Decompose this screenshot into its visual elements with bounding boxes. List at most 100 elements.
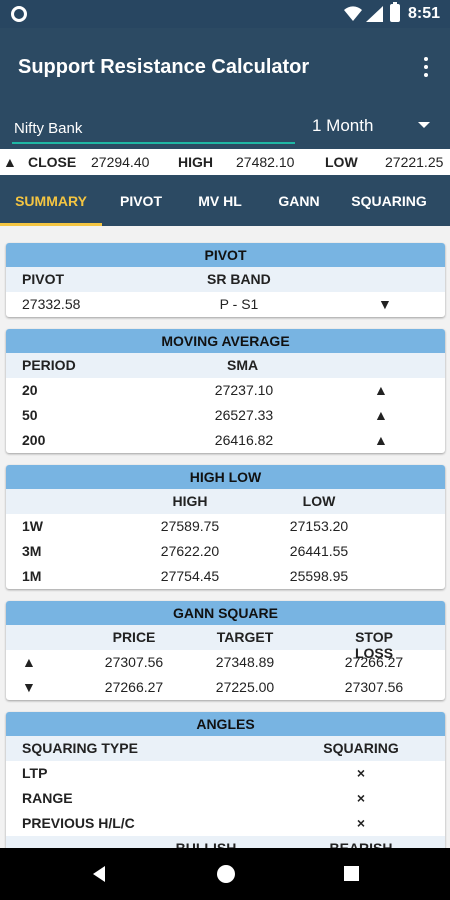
squaring-type: LTP	[22, 765, 48, 781]
angles-bias-header-row: BULLISH BEARISH	[6, 836, 445, 848]
gann-price: 27307.56	[104, 654, 164, 670]
squaring-type-col-label: SQUARING TYPE	[22, 740, 138, 756]
hl-low: 27153.20	[289, 518, 349, 534]
status-bar: 8:51	[0, 0, 450, 28]
low-value: 27221.25	[385, 154, 444, 170]
period-col-label: PERIOD	[22, 357, 76, 373]
home-icon[interactable]	[217, 865, 235, 883]
pivot-card-title: PIVOT	[6, 243, 445, 267]
wifi-icon	[344, 6, 362, 21]
ma-sma: 26416.82	[214, 432, 274, 448]
low-col-label: LOW	[302, 493, 336, 509]
gann-square-card: GANN SQUARE PRICE TARGET STOP LOSS ▲ 273…	[6, 601, 445, 700]
squaring-type: PREVIOUS H/L/C	[22, 815, 135, 831]
moving-average-card: MOVING AVERAGE PERIOD SMA 20 27237.10 ▲ …	[6, 329, 445, 453]
moving-average-card-title: MOVING AVERAGE	[6, 329, 445, 353]
pivot-header-row: PIVOT SR BAND	[6, 267, 445, 292]
close-value: 27294.40	[91, 154, 150, 170]
hl-period: 1W	[22, 518, 43, 534]
battery-icon	[390, 2, 400, 22]
table-row: PREVIOUS H/L/C ×	[6, 811, 445, 836]
ma-trend-arrow: ▲	[374, 407, 388, 423]
close-label: CLOSE	[28, 154, 77, 170]
bullish-col-label: BULLISH	[175, 840, 237, 848]
squaring-cross-icon: ×	[356, 815, 366, 831]
ma-period: 50	[22, 407, 38, 423]
gann-direction-arrow: ▲	[22, 654, 36, 670]
tab-gann[interactable]: GANN	[260, 176, 338, 226]
period-dropdown[interactable]: 1 Month	[312, 114, 440, 142]
sr-band-dropdown-icon[interactable]: ▼	[378, 296, 392, 312]
notification-circle-icon	[11, 6, 27, 22]
table-row: 3M 27622.20 26441.55	[6, 539, 445, 564]
price-ticker: ▲ CLOSE 27294.40 HIGH 27482.10 LOW 27221…	[0, 149, 450, 175]
hl-high: 27622.20	[160, 543, 220, 559]
high-low-header-row: HIGH LOW	[6, 489, 445, 514]
hl-low: 25598.95	[289, 568, 349, 584]
low-label: LOW	[325, 154, 358, 170]
angles-header-row: SQUARING TYPE SQUARING	[6, 736, 445, 761]
table-row: 1M 27754.45 25598.95	[6, 564, 445, 589]
ma-trend-arrow: ▲	[374, 382, 388, 398]
squaring-type: RANGE	[22, 790, 73, 806]
gann-stop-loss: 27307.56	[344, 679, 404, 695]
app-bar: Support Resistance Calculator	[0, 28, 450, 108]
high-value: 27482.10	[236, 154, 295, 170]
signal-icon	[366, 6, 383, 22]
gann-price: 27266.27	[104, 679, 164, 695]
high-low-card: HIGH LOW HIGH LOW 1W 27589.75 27153.20 3…	[6, 465, 445, 589]
hl-period: 1M	[22, 568, 42, 584]
pivot-value-row: 27332.58 P - S1 ▼	[6, 292, 445, 317]
sr-band-col-label: SR BAND	[207, 271, 271, 287]
high-low-card-title: HIGH LOW	[6, 465, 445, 489]
angles-card: ANGLES SQUARING TYPE SQUARING LTP × RANG…	[6, 712, 445, 848]
gann-direction-arrow: ▼	[22, 679, 36, 695]
bearish-col-label: BEARISH	[329, 840, 393, 848]
tab-squaring[interactable]: SQUARING	[338, 176, 440, 226]
table-row: 50 26527.33 ▲	[6, 403, 445, 428]
pivot-value: 27332.58	[22, 296, 81, 312]
hl-low: 26441.55	[289, 543, 349, 559]
hl-high: 27754.45	[160, 568, 220, 584]
gann-square-card-title: GANN SQUARE	[6, 601, 445, 625]
period-dropdown-label: 1 Month	[312, 116, 374, 135]
ma-period: 200	[22, 432, 46, 448]
table-row: ▼ 27266.27 27225.00 27307.56	[6, 675, 445, 700]
sr-band-value: P - S1	[219, 296, 259, 312]
more-options-icon[interactable]	[418, 55, 434, 79]
search-row: 1 Month	[0, 108, 450, 148]
ticker-trend-arrow: ▲	[3, 154, 17, 170]
table-row: ▲ 27307.56 27348.89 27266.27	[6, 650, 445, 675]
ma-sma: 26527.33	[214, 407, 274, 423]
tab-mv-hl[interactable]: MV HL	[180, 176, 260, 226]
back-icon[interactable]	[93, 866, 105, 882]
hl-period: 3M	[22, 543, 42, 559]
squaring-col-label: SQUARING	[323, 740, 399, 756]
pivot-col-label: PIVOT	[22, 271, 65, 287]
angles-card-title: ANGLES	[6, 712, 445, 736]
hl-high: 27589.75	[160, 518, 220, 534]
tab-summary[interactable]: SUMMARY	[0, 176, 102, 226]
high-col-label: HIGH	[172, 493, 208, 509]
recents-icon[interactable]	[344, 866, 359, 881]
summary-content[interactable]: PIVOT PIVOT SR BAND 27332.58 P - S1 ▼ MO…	[0, 226, 450, 848]
sma-col-label: SMA	[227, 357, 259, 373]
ma-sma: 27237.10	[214, 382, 274, 398]
moving-average-header-row: PERIOD SMA	[6, 353, 445, 378]
squaring-cross-icon: ×	[356, 765, 366, 781]
gann-header-row: PRICE TARGET STOP LOSS	[6, 625, 445, 661]
table-row: RANGE ×	[6, 786, 445, 811]
symbol-input[interactable]	[12, 114, 295, 144]
dropdown-caret-icon	[418, 122, 430, 128]
squaring-cross-icon: ×	[356, 790, 366, 806]
ma-trend-arrow: ▲	[374, 432, 388, 448]
ma-period: 20	[22, 382, 38, 398]
tab-pivot[interactable]: PIVOT	[102, 176, 180, 226]
screen: 8:51 Support Resistance Calculator 1 Mon…	[0, 0, 450, 900]
tab-bar: SUMMARY PIVOT MV HL GANN SQUARING	[0, 176, 450, 226]
high-label: HIGH	[178, 154, 213, 170]
app-title: Support Resistance Calculator	[18, 56, 310, 78]
pivot-card: PIVOT PIVOT SR BAND 27332.58 P - S1 ▼	[6, 243, 445, 317]
table-row: 200 26416.82 ▲	[6, 428, 445, 453]
table-row: LTP ×	[6, 761, 445, 786]
